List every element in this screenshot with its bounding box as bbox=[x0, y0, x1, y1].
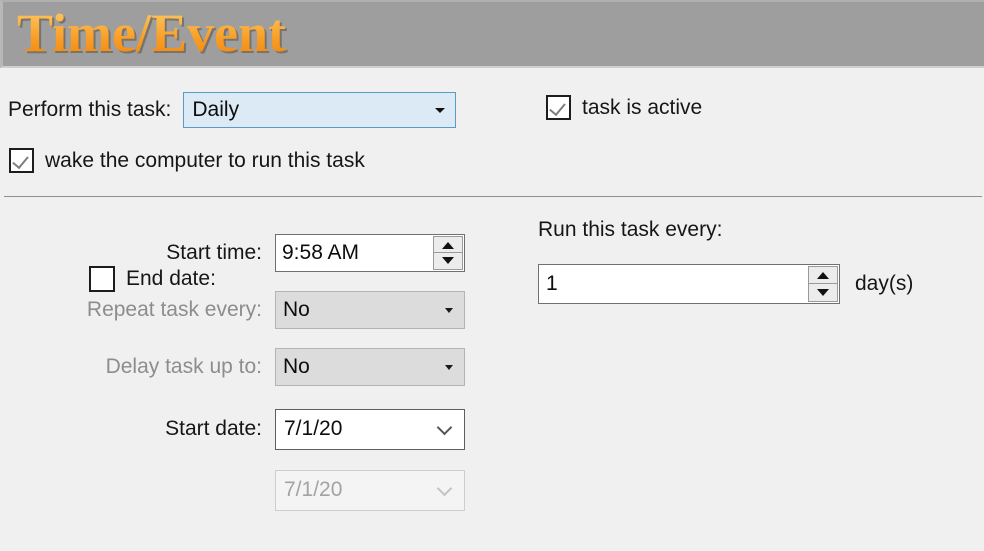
run-interval-row: 1 day(s) bbox=[538, 264, 913, 304]
perform-task-row: Perform this task: Daily bbox=[8, 92, 457, 128]
start-time-spinner[interactable]: 9:58 AM bbox=[275, 234, 465, 272]
delay-task-value: No bbox=[283, 355, 310, 378]
task-active-checkbox[interactable] bbox=[546, 95, 571, 120]
perform-task-label: Perform this task: bbox=[8, 98, 172, 121]
end-date-checkbox[interactable] bbox=[89, 266, 115, 292]
start-time-value: 9:58 AM bbox=[282, 241, 360, 264]
triangle-down-icon bbox=[817, 288, 829, 296]
task-active-label: task is active bbox=[582, 95, 703, 119]
triangle-up-icon bbox=[442, 241, 454, 249]
delay-task-dropdown[interactable]: No bbox=[275, 348, 465, 386]
end-date-picker[interactable]: 7/1/20 bbox=[275, 469, 465, 511]
run-interval-spinner-buttons[interactable] bbox=[808, 266, 838, 302]
start-time-decrement-button[interactable] bbox=[433, 253, 463, 270]
run-interval-title: Run this task every: bbox=[538, 218, 723, 241]
run-interval-unit-label: day(s) bbox=[855, 272, 914, 295]
wake-computer-checkbox[interactable] bbox=[9, 148, 34, 173]
chevron-down-icon bbox=[438, 422, 452, 436]
run-interval-decrement-button[interactable] bbox=[808, 284, 838, 302]
repeat-task-label: Repeat task every: bbox=[86, 298, 262, 321]
header-banner: Time/Event Time/Event bbox=[0, 0, 984, 68]
triangle-down-icon bbox=[442, 257, 454, 264]
perform-task-value: Daily bbox=[192, 98, 240, 121]
repeat-task-dropdown[interactable]: No bbox=[275, 291, 465, 329]
wake-computer-checkbox-row[interactable]: wake the computer to run this task bbox=[9, 148, 365, 173]
chevron-down-icon bbox=[435, 108, 446, 113]
wake-computer-label: wake the computer to run this task bbox=[45, 148, 365, 172]
chevron-down-icon bbox=[438, 483, 452, 497]
delay-task-label: Delay task up to: bbox=[105, 355, 262, 378]
chevron-down-icon bbox=[445, 308, 453, 313]
end-date-value: 7/1/20 bbox=[284, 478, 343, 501]
perform-task-dropdown[interactable]: Daily bbox=[183, 92, 457, 128]
chevron-down-icon bbox=[445, 365, 453, 370]
run-interval-increment-button[interactable] bbox=[808, 266, 838, 284]
end-date-label: End date: bbox=[126, 267, 216, 290]
section-divider bbox=[4, 196, 982, 197]
start-date-picker[interactable]: 7/1/20 bbox=[275, 408, 465, 450]
start-time-increment-button[interactable] bbox=[433, 236, 463, 253]
start-time-label: Start time: bbox=[166, 241, 262, 264]
start-date-label: Start date: bbox=[165, 417, 262, 440]
run-interval-panel: Run this task every: 1 day(s) bbox=[538, 218, 913, 304]
task-active-checkbox-row[interactable]: task is active bbox=[546, 95, 702, 120]
triangle-up-icon bbox=[817, 272, 829, 279]
page-title: Time/Event bbox=[17, 2, 286, 66]
run-interval-value: 1 bbox=[546, 272, 558, 295]
start-time-spinner-buttons[interactable] bbox=[433, 236, 463, 270]
start-date-value: 7/1/20 bbox=[284, 417, 343, 440]
run-interval-spinner[interactable]: 1 bbox=[538, 264, 840, 304]
repeat-task-value: No bbox=[283, 298, 310, 321]
end-date-checkbox-row[interactable]: End date: bbox=[89, 266, 216, 292]
